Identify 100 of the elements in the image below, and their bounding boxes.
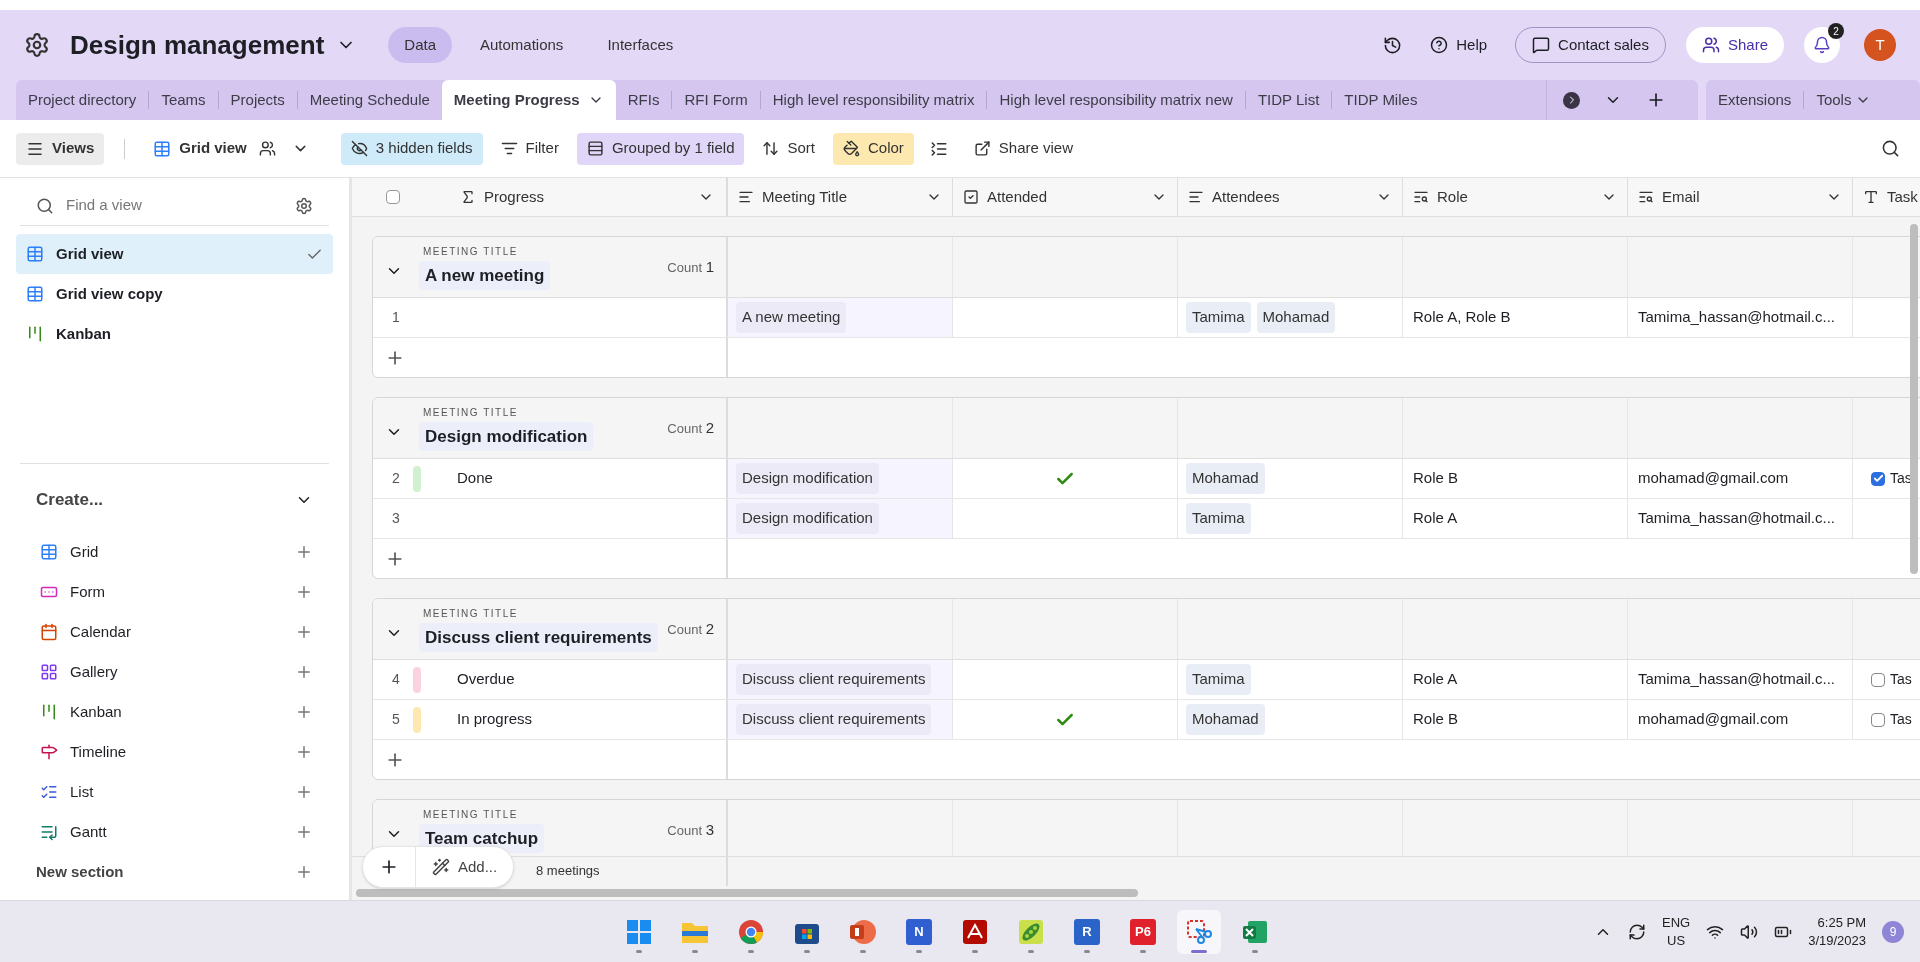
view-switcher[interactable]: Grid view bbox=[145, 132, 317, 165]
table-tab[interactable]: Teams bbox=[149, 80, 218, 120]
table-tab[interactable]: Projects bbox=[218, 80, 297, 120]
filter-button[interactable]: Filter bbox=[490, 132, 569, 165]
slides-app-icon[interactable] bbox=[849, 918, 877, 945]
attendee-chip[interactable]: Mohamad bbox=[1256, 302, 1336, 333]
create-view-item[interactable]: Gantt bbox=[20, 812, 329, 852]
role-cell-text: Role A bbox=[1413, 508, 1458, 529]
app-tile-icon[interactable]: P6 bbox=[1130, 918, 1156, 945]
table-tab[interactable]: Project directory bbox=[16, 80, 149, 120]
group-caption: MEETING TITLE bbox=[423, 807, 519, 822]
app-tile-icon[interactable]: N bbox=[906, 918, 932, 945]
view-item[interactable]: Grid view bbox=[16, 234, 333, 274]
linked-record-chip[interactable]: A new meeting bbox=[736, 302, 847, 333]
group-caption: MEETING TITLE bbox=[423, 405, 519, 420]
text-field-icon bbox=[1863, 189, 1879, 205]
view-item[interactable]: Grid view copy bbox=[16, 274, 333, 314]
table-icon bbox=[153, 139, 172, 158]
sort-button[interactable]: Sort bbox=[752, 132, 825, 165]
table-tab[interactable]: Meeting Schedule bbox=[297, 80, 442, 120]
create-view-item[interactable]: Form bbox=[20, 572, 329, 612]
linked-record-chip[interactable]: Discuss client requirements bbox=[736, 704, 932, 735]
task-checkbox[interactable] bbox=[1871, 712, 1885, 727]
hidden-fields-button[interactable]: 3 hidden fields bbox=[340, 132, 483, 165]
linked-record-chip[interactable]: Design modification bbox=[736, 503, 879, 534]
attendee-chip[interactable]: Tamima bbox=[1186, 302, 1251, 333]
linked-record-chip[interactable]: Design modification bbox=[736, 463, 879, 494]
create-view-item[interactable]: Gallery bbox=[20, 652, 329, 692]
bell-icon bbox=[1813, 36, 1831, 54]
region-label[interactable]: US bbox=[1667, 931, 1686, 950]
plus-icon bbox=[295, 703, 313, 721]
windows-icon[interactable] bbox=[626, 918, 652, 945]
settings-icon[interactable] bbox=[295, 196, 313, 215]
attendee-chip[interactable]: Tamima bbox=[1186, 503, 1251, 534]
share-button[interactable]: Share bbox=[1685, 27, 1784, 63]
table-tab[interactable]: High level responsibility matrix bbox=[760, 80, 987, 120]
nav-tab[interactable]: Data bbox=[388, 27, 452, 63]
linked-record-chip[interactable]: Discuss client requirements bbox=[736, 664, 932, 695]
pea-pod-icon[interactable] bbox=[1018, 918, 1044, 945]
find-view-field[interactable]: Find a view bbox=[66, 194, 295, 217]
create-view-item[interactable]: Kanban bbox=[20, 692, 329, 732]
history-icon[interactable] bbox=[1383, 35, 1403, 55]
checkbox-field-icon bbox=[963, 189, 979, 205]
attendee-chip[interactable]: Tamima bbox=[1186, 664, 1251, 695]
clock-date[interactable]: 3/19/2023 bbox=[1808, 931, 1866, 950]
table-tab[interactable]: Meeting Progress bbox=[441, 80, 616, 120]
table-tab[interactable]: RFI Form bbox=[672, 80, 760, 120]
sync-icon[interactable] bbox=[1628, 922, 1646, 941]
pdf-app-icon[interactable] bbox=[962, 918, 988, 945]
attendee-chip[interactable]: Mohamad bbox=[1186, 704, 1265, 735]
create-view-item[interactable]: Grid bbox=[20, 532, 329, 572]
table-tab[interactable]: TIDP Miles bbox=[1332, 80, 1430, 120]
table-icon bbox=[26, 285, 44, 303]
tools-button[interactable]: Tools bbox=[1816, 88, 1872, 112]
clock-time[interactable]: 6:25 PM bbox=[1817, 913, 1866, 932]
group-title: A new meeting bbox=[419, 260, 551, 291]
new-section-item[interactable]: New section bbox=[20, 852, 329, 892]
search-icon[interactable] bbox=[1881, 139, 1900, 158]
kanban-icon bbox=[26, 325, 44, 343]
scroll-right-icon[interactable] bbox=[1563, 91, 1580, 109]
table-tab[interactable]: High level responsibility matrix new bbox=[987, 80, 1245, 120]
views-button[interactable]: Views bbox=[16, 132, 105, 165]
row-height-icon[interactable] bbox=[929, 139, 948, 158]
filter-icon bbox=[500, 140, 518, 157]
view-item[interactable]: Kanban bbox=[16, 314, 333, 354]
list-icon bbox=[40, 783, 58, 801]
task-checkbox[interactable] bbox=[1871, 672, 1885, 687]
table-icon bbox=[26, 245, 44, 263]
nav-tab[interactable]: Interfaces bbox=[591, 27, 690, 63]
spreadsheet-app-icon[interactable] bbox=[1242, 918, 1268, 945]
language-label[interactable]: ENG bbox=[1662, 913, 1691, 932]
table-tab[interactable]: RFIs bbox=[615, 80, 672, 120]
plus-icon bbox=[295, 623, 313, 641]
notifications-button[interactable] bbox=[1804, 27, 1840, 63]
column-header[interactable]: Progress bbox=[460, 185, 714, 209]
extensions-button[interactable]: Extensions bbox=[1718, 88, 1792, 112]
nav-tab[interactable]: Automations bbox=[464, 27, 580, 63]
scissors-icon[interactable] bbox=[1186, 918, 1212, 945]
group-title: Discuss client requirements bbox=[419, 622, 658, 653]
select-all-checkbox[interactable] bbox=[386, 190, 400, 204]
group-button[interactable]: Grouped by 1 field bbox=[576, 132, 745, 165]
vertical-scrollbar[interactable] bbox=[1910, 224, 1918, 574]
browser-icon[interactable] bbox=[738, 918, 764, 945]
role-cell-text: Role A, Role B bbox=[1413, 307, 1511, 328]
user-avatar[interactable]: T bbox=[1864, 29, 1896, 61]
task-checkbox[interactable] bbox=[1871, 471, 1885, 486]
create-view-item[interactable]: Timeline bbox=[20, 732, 329, 772]
help-button[interactable]: Help bbox=[1430, 33, 1488, 57]
horizontal-scrollbar[interactable] bbox=[356, 889, 1138, 897]
plus-icon bbox=[295, 823, 313, 841]
table-tab[interactable]: TIDP List bbox=[1245, 80, 1332, 120]
create-view-item[interactable]: List bbox=[20, 772, 329, 812]
color-button[interactable]: Color bbox=[833, 132, 914, 165]
sigma-icon bbox=[460, 189, 476, 205]
create-view-item[interactable]: Calendar bbox=[20, 612, 329, 652]
app-tile-icon[interactable]: R bbox=[1074, 918, 1100, 945]
share-view-button[interactable]: Share view bbox=[963, 132, 1084, 165]
email-cell-text: Tamima_hassan@hotmail.c... bbox=[1638, 307, 1835, 328]
attendee-chip[interactable]: Mohamad bbox=[1186, 463, 1265, 494]
volume-icon[interactable] bbox=[1740, 922, 1759, 941]
